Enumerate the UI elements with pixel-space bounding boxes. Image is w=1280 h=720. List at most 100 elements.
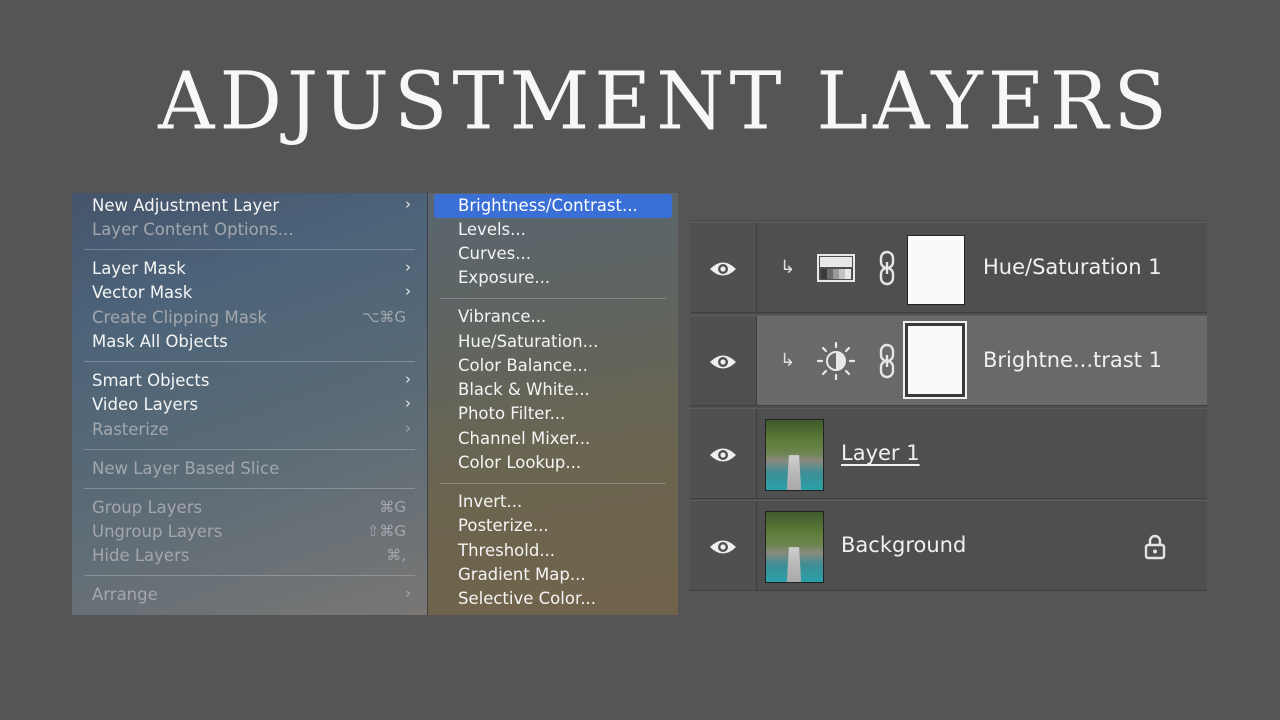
chevron-right-icon: › [405,258,411,276]
lock-icon[interactable] [1143,534,1167,560]
layer-row-brightness-contrast[interactable]: ↳ Brightne...trast 1 [690,315,1207,406]
chevron-right-icon: › [405,394,411,412]
chevron-right-icon: › [405,584,411,602]
submenu-item-label: Photo Filter... [458,404,566,423]
menu-item-label: Smart Objects [92,371,210,390]
layer-name[interactable]: Hue/Saturation 1 [983,255,1162,279]
layer-thumbnail[interactable] [765,419,824,491]
menu-item-label: Hide Layers [92,546,190,565]
menu-separator [84,249,415,250]
shortcut-label: ⌥⌘G [362,308,406,326]
menu-item-rasterize[interactable]: Rasterize › [72,418,427,442]
layer-row-hue-saturation[interactable]: ↳ Hue/Saturation 1 [690,222,1207,313]
submenu-item-color-lookup[interactable]: Color Lookup... [428,451,678,475]
layer-menu: New Adjustment Layer › Layer Content Opt… [72,193,427,615]
submenu-item-label: Levels... [458,220,526,239]
visibility-toggle[interactable] [690,409,757,498]
visibility-toggle[interactable] [690,223,757,312]
menu-item-label: Group Layers [92,498,203,517]
menu-item-label: New Adjustment Layer [92,196,280,215]
menu-separator [84,575,415,576]
menu-item-new-adjustment-layer[interactable]: New Adjustment Layer › [72,194,427,218]
menu-item-label: Create Clipping Mask [92,308,267,327]
eye-icon [710,355,736,369]
menu-item-label: Video Layers [92,395,199,414]
submenu-item-threshold[interactable]: Threshold... [428,539,678,563]
shortcut-label: ⇧⌘G [366,522,406,540]
layer-name[interactable]: Layer 1 [841,441,920,465]
clipping-arrow-icon: ↳ [780,350,796,371]
layer-mask-thumbnail[interactable] [903,321,967,399]
menu-item-label: Mask All Objects [92,332,228,351]
submenu-item-curves[interactable]: Curves... [428,242,678,266]
visibility-toggle[interactable] [690,316,757,405]
menu-item-label: Layer Mask [92,259,186,278]
menu-separator [84,449,415,450]
shortcut-label: ⌘G [379,498,406,516]
layer-thumbnail[interactable] [765,511,824,583]
chevron-right-icon: › [405,419,411,437]
submenu-item-label: Brightness/Contrast... [458,196,638,215]
submenu-item-color-balance[interactable]: Color Balance... [428,354,678,378]
submenu-item-label: Channel Mixer... [458,429,591,448]
menu-item-layer-mask[interactable]: Layer Mask › [72,257,427,281]
submenu-item-label: Black & White... [458,380,590,399]
submenu-item-invert[interactable]: Invert... [428,490,678,514]
menu-item-label: Layer Content Options... [92,220,294,239]
submenu-item-brightness-contrast[interactable]: Brightness/Contrast... [434,194,672,218]
menu-separator [440,298,666,299]
clipping-arrow-icon: ↳ [780,257,796,278]
submenu-item-black-white[interactable]: Black & White... [428,378,678,402]
submenu-item-exposure[interactable]: Exposure... [428,266,678,290]
eye-icon [710,262,736,276]
menu-item-label: Arrange [92,585,158,604]
visibility-toggle[interactable] [690,501,757,590]
submenu-item-label: Threshold... [458,541,556,560]
submenu-item-label: Gradient Map... [458,565,586,584]
menu-item-vector-mask[interactable]: Vector Mask › [72,281,427,305]
layers-panel: ↳ Hue/Saturation 1 ↳ Brightne...trast 1 … [690,220,1207,591]
menu-separator [84,361,415,362]
menu-separator [84,488,415,489]
link-chain-icon [879,250,895,286]
hue-saturation-icon [817,254,855,282]
submenu-item-label: Invert... [458,492,523,511]
layer-name[interactable]: Brightne...trast 1 [983,348,1162,372]
submenu-item-photo-filter[interactable]: Photo Filter... [428,402,678,426]
submenu-item-vibrance[interactable]: Vibrance... [428,305,678,329]
submenu-item-channel-mixer[interactable]: Channel Mixer... [428,427,678,451]
menu-separator [440,483,666,484]
layer-name[interactable]: Background [841,533,966,557]
layer-row-layer-1[interactable]: Layer 1 [690,408,1207,499]
submenu-item-label: Hue/Saturation... [458,332,599,351]
menu-item-mask-all-objects[interactable]: Mask All Objects [72,330,427,354]
eye-icon [710,540,736,554]
menu-item-new-layer-based-slice[interactable]: New Layer Based Slice [72,457,427,481]
menu-item-arrange[interactable]: Arrange › [72,583,427,607]
menu-item-ungroup-layers[interactable]: Ungroup Layers ⇧⌘G [72,520,427,544]
menu-item-layer-content-options[interactable]: Layer Content Options... [72,218,427,242]
submenu-item-levels[interactable]: Levels... [428,218,678,242]
submenu-item-gradient-map[interactable]: Gradient Map... [428,563,678,587]
submenu-item-label: Selective Color... [458,589,596,608]
submenu-item-label: Color Balance... [458,356,588,375]
submenu-item-label: Curves... [458,244,532,263]
submenu-item-posterize[interactable]: Posterize... [428,514,678,538]
layer-mask-thumbnail[interactable] [907,235,965,305]
eye-icon [710,448,736,462]
menu-item-group-layers[interactable]: Group Layers ⌘G [72,496,427,520]
shortcut-label: ⌘, [386,546,406,564]
chevron-right-icon: › [405,282,411,300]
menu-item-create-clipping-mask[interactable]: Create Clipping Mask ⌥⌘G [72,306,427,330]
layer-row-background[interactable]: Background [690,500,1207,591]
submenu-item-selective-color[interactable]: Selective Color... [428,587,678,611]
menu-item-smart-objects[interactable]: Smart Objects › [72,369,427,393]
submenu-item-label: Vibrance... [458,307,547,326]
menu-item-label: Rasterize [92,420,169,439]
link-chain-icon [879,343,895,379]
menu-item-hide-layers[interactable]: Hide Layers ⌘, [72,544,427,568]
submenu-item-hue-saturation[interactable]: Hue/Saturation... [428,330,678,354]
menu-item-video-layers[interactable]: Video Layers › [72,393,427,417]
page-title: ADJUSTMENT LAYERS [158,56,1172,148]
submenu-item-label: Color Lookup... [458,453,582,472]
